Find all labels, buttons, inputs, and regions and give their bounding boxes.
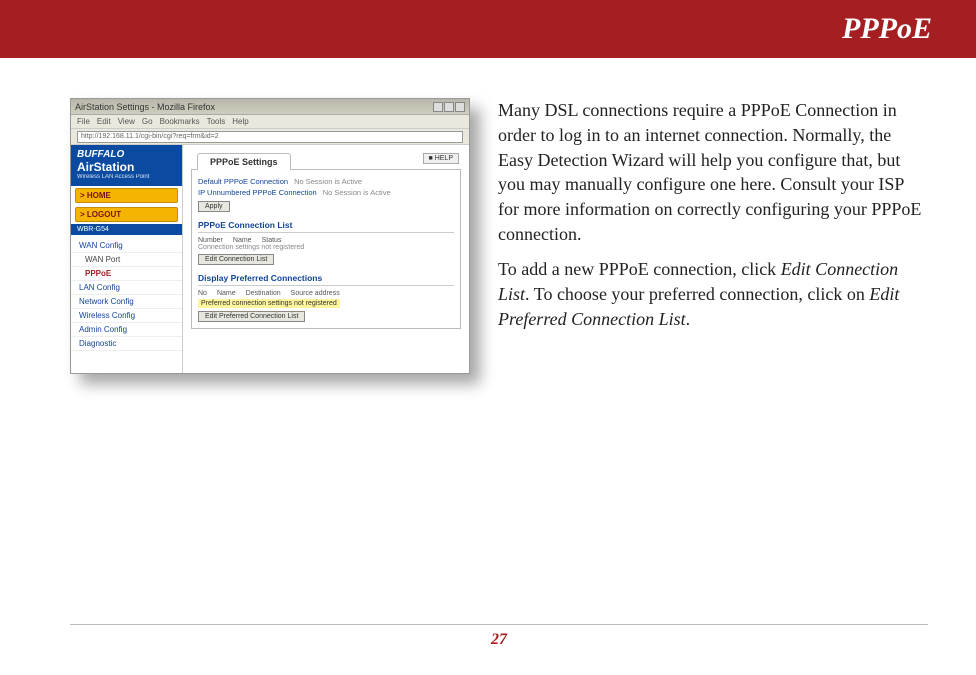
content-row: AirStation Settings - Mozilla Firefox Fi… <box>0 58 976 374</box>
nav-pppoe: PPPoE <box>71 267 182 281</box>
col-dest: Destination <box>246 290 281 297</box>
header-band: PPPoE <box>0 0 976 58</box>
pref-note: Preferred connection settings not regist… <box>198 299 340 308</box>
url-field: http://192.168.11.1/cgi-bin/cgi?req=frm&… <box>77 131 463 143</box>
section-preferred: Display Preferred Connections <box>198 273 454 283</box>
brand-block: BUFFALO AirStation Wireless LAN Access P… <box>71 145 182 186</box>
window-title: AirStation Settings - Mozilla Firefox <box>75 102 215 112</box>
body-text: Many DSL connections require a PPPoE Con… <box>498 98 928 374</box>
p2-c: . <box>686 309 691 329</box>
row-default-label: Default PPPoE Connection <box>198 177 288 186</box>
nav-wan-port: WAN Port <box>71 253 182 267</box>
page-body: BUFFALO AirStation Wireless LAN Access P… <box>71 145 469 373</box>
page-footer: 27 <box>70 624 928 649</box>
nav-wan: WAN Config <box>71 239 182 253</box>
brand-main: AirStation <box>77 160 176 174</box>
col-no: No <box>198 290 207 297</box>
section-conn-list: PPPoE Connection List <box>198 220 454 230</box>
pref-list-head: No Name Destination Source address <box>198 290 454 297</box>
browser-menubar: File Edit View Go Bookmarks Tools Help <box>71 115 469 129</box>
nav-admin: Admin Config <box>71 323 182 337</box>
sidebar: BUFFALO AirStation Wireless LAN Access P… <box>71 145 183 373</box>
row-default-val: No Session is Active <box>294 177 362 186</box>
col-name: Name <box>233 237 252 244</box>
col-status: Status <box>262 237 282 244</box>
nav-network: Network Config <box>71 295 182 309</box>
page-title: PPPoE <box>842 12 932 46</box>
conn-list-head: Number Name Status <box>198 237 454 244</box>
embedded-screenshot: AirStation Settings - Mozilla Firefox Fi… <box>70 98 470 374</box>
col-number: Number <box>198 237 223 244</box>
menu-edit: Edit <box>97 117 111 126</box>
edit-conn-list-button: Edit Connection List <box>198 254 274 265</box>
address-bar: http://192.168.11.1/cgi-bin/cgi?req=frm&… <box>71 129 469 145</box>
model-label: WBR-G54 <box>71 224 182 235</box>
settings-panel: Default PPPoE Connection No Session is A… <box>191 169 461 329</box>
logout-tab: > LOGOUT <box>75 207 178 222</box>
paragraph-2: To add a new PPPoE connection, click Edi… <box>498 257 928 331</box>
main-panel: PPPoE Settings ■ HELP Default PPPoE Conn… <box>183 145 469 373</box>
menu-bookmarks: Bookmarks <box>160 117 200 126</box>
col-src: Source address <box>291 290 340 297</box>
edit-pref-list-button: Edit Preferred Connection List <box>198 311 305 322</box>
row-default: Default PPPoE Connection No Session is A… <box>198 176 454 187</box>
window-titlebar: AirStation Settings - Mozilla Firefox <box>71 99 469 115</box>
panel-tab: PPPoE Settings <box>197 153 291 170</box>
conn-list-note: Connection settings not registered <box>198 244 454 251</box>
help-button: ■ HELP <box>423 153 459 164</box>
row-unn-label: IP Unnumbered PPPoE Connection <box>198 188 317 197</box>
nav-diagnostic: Diagnostic <box>71 337 182 351</box>
p2-b: . To choose your preferred connection, c… <box>525 284 869 304</box>
nav-lan: LAN Config <box>71 281 182 295</box>
col-name2: Name <box>217 290 236 297</box>
menu-view: View <box>118 117 135 126</box>
menu-file: File <box>77 117 90 126</box>
menu-tools: Tools <box>207 117 226 126</box>
paragraph-1: Many DSL connections require a PPPoE Con… <box>498 98 928 247</box>
row-unn-val: No Session is Active <box>323 188 391 197</box>
brand-sub: Wireless LAN Access Point <box>77 174 176 180</box>
home-tab: > HOME <box>75 188 178 203</box>
nav-wireless: Wireless Config <box>71 309 182 323</box>
p2-a: To add a new PPPoE connection, click <box>498 259 781 279</box>
row-unnumbered: IP Unnumbered PPPoE Connection No Sessio… <box>198 187 454 198</box>
apply-button: Apply <box>198 201 230 212</box>
page-number: 27 <box>491 631 507 648</box>
brand-top: BUFFALO <box>77 149 176 160</box>
nav-list: WAN Config WAN Port PPPoE LAN Config Net… <box>71 235 182 355</box>
menu-help: Help <box>232 117 248 126</box>
window-controls <box>433 102 465 112</box>
menu-go: Go <box>142 117 153 126</box>
